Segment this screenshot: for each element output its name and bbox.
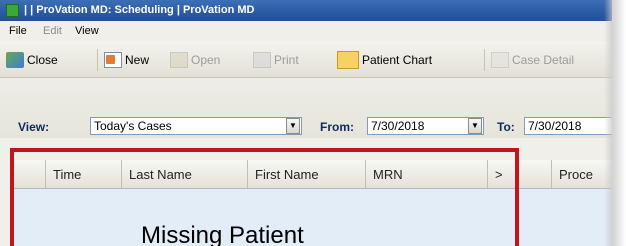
from-date-value: 7/30/2018 — [371, 119, 425, 133]
view-select-value: Today's Cases — [94, 119, 172, 133]
to-label: To: — [497, 120, 515, 134]
case-detail-label: Case Detail — [512, 53, 575, 67]
menu-file[interactable]: File — [9, 25, 27, 37]
toolbar: Close New Open Print Patient Chart Case … — [0, 41, 612, 78]
close-label: Close — [27, 53, 58, 67]
menu-bar: File Edit View — [0, 22, 612, 41]
patient-chart-button[interactable]: Patient Chart — [337, 51, 432, 69]
column-header-procedure[interactable]: Proce — [552, 160, 612, 188]
scheduling-window: | | ProVation MD: Scheduling | ProVation… — [0, 0, 612, 246]
patient-chart-label: Patient Chart — [362, 53, 433, 67]
open-icon — [170, 52, 188, 68]
folder-icon — [337, 51, 359, 69]
app-icon — [6, 4, 19, 17]
close-icon — [6, 52, 24, 68]
new-document-icon — [104, 52, 122, 68]
close-button[interactable]: Close — [6, 51, 58, 69]
print-label: Print — [274, 53, 299, 67]
new-button[interactable]: New — [104, 51, 149, 69]
printer-icon — [253, 52, 271, 68]
from-date-field[interactable]: 7/30/2018 — [367, 117, 484, 135]
from-label: From: — [320, 120, 354, 134]
new-label: New — [125, 53, 150, 67]
case-detail-icon — [491, 52, 509, 68]
to-date-value: 7/30/2018 — [528, 119, 582, 133]
to-date-field[interactable]: 7/30/2018 — [524, 117, 612, 135]
view-select[interactable]: Today's Cases — [90, 117, 302, 135]
highlight-box — [10, 148, 519, 246]
filter-bar: View: Today's Cases ▼ From: 7/30/2018 ▼ … — [0, 78, 612, 138]
toolbar-separator — [97, 49, 98, 71]
open-label: Open — [191, 53, 221, 67]
print-button[interactable]: Print — [253, 51, 299, 69]
from-calendar-dropdown-icon[interactable]: ▼ — [468, 118, 482, 134]
toolbar-separator — [484, 49, 485, 71]
menu-view[interactable]: View — [75, 25, 99, 37]
page-fade-edge — [604, 0, 626, 246]
title-bar: | | ProVation MD: Scheduling | ProVation… — [0, 0, 612, 21]
case-detail-button[interactable]: Case Detail — [491, 51, 574, 69]
open-button[interactable]: Open — [170, 51, 220, 69]
window-title: | | ProVation MD: Scheduling | ProVation… — [24, 4, 255, 16]
menu-edit[interactable]: Edit — [43, 25, 62, 37]
view-label: View: — [18, 120, 50, 134]
view-dropdown-icon[interactable]: ▼ — [286, 118, 300, 134]
